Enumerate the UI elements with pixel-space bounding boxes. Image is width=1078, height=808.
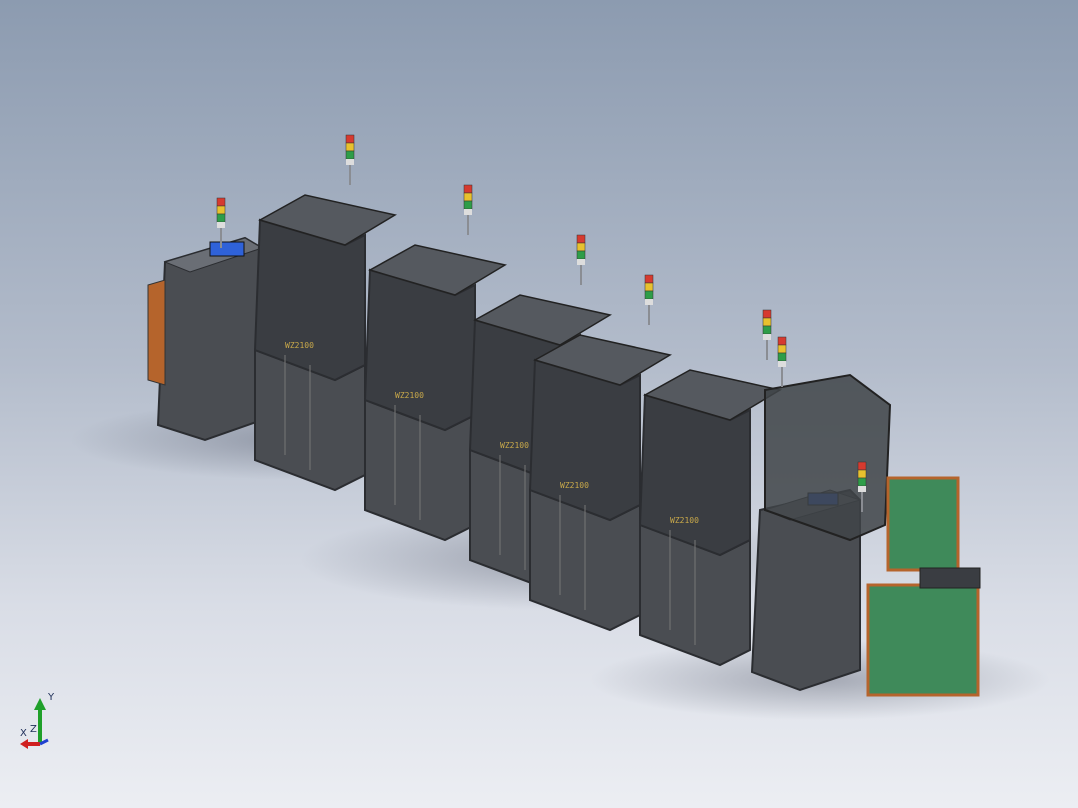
signal-light-icon bbox=[463, 200, 473, 210]
station-enclosure bbox=[253, 218, 366, 382]
signal-light-icon bbox=[777, 336, 787, 346]
signal-tower-base bbox=[858, 486, 866, 492]
station-label: WZ2100 bbox=[500, 441, 529, 450]
y-arrow-icon bbox=[34, 698, 46, 710]
signal-light-icon bbox=[576, 250, 586, 260]
signal-light-icon bbox=[762, 317, 772, 327]
left-control-cabinet bbox=[156, 236, 263, 442]
x-arrow-icon bbox=[20, 739, 28, 749]
station-enclosure bbox=[638, 393, 751, 557]
signal-light-icon bbox=[644, 282, 654, 292]
signal-light-icon bbox=[345, 142, 355, 152]
station-enclosure bbox=[528, 358, 641, 522]
right-glass-enclosure bbox=[764, 373, 892, 542]
signal-light-icon bbox=[777, 344, 787, 354]
y-axis-label: Y bbox=[47, 692, 55, 703]
signal-light-icon bbox=[463, 192, 473, 202]
x-axis-label: X bbox=[20, 728, 27, 739]
signal-tower-base bbox=[464, 209, 472, 215]
station-label: WZ2100 bbox=[285, 341, 314, 350]
left-tray-rack bbox=[147, 279, 166, 386]
signal-light-icon bbox=[644, 274, 654, 284]
station-label: WZ2100 bbox=[670, 516, 699, 525]
tray-shuttle bbox=[919, 567, 981, 589]
station-label: WZ2100 bbox=[560, 481, 589, 490]
signal-light-icon bbox=[216, 213, 226, 223]
station-enclosure bbox=[363, 268, 476, 432]
signal-light-icon bbox=[576, 242, 586, 252]
signal-tower-base bbox=[346, 159, 354, 165]
signal-tower-base bbox=[217, 222, 225, 228]
left-hmi-screen bbox=[209, 241, 245, 257]
signal-light-icon bbox=[644, 290, 654, 300]
lower-tray-rack bbox=[866, 583, 980, 697]
signal-light-icon bbox=[857, 461, 867, 471]
signal-light-icon bbox=[762, 325, 772, 335]
signal-light-icon bbox=[576, 234, 586, 244]
signal-light-icon bbox=[777, 352, 787, 362]
coordinate-triad: Y X Z bbox=[20, 692, 55, 749]
signal-tower-base bbox=[645, 299, 653, 305]
signal-light-icon bbox=[216, 197, 226, 207]
upper-tray-rack bbox=[886, 476, 960, 572]
signal-light-icon bbox=[463, 184, 473, 194]
signal-light-icon bbox=[345, 134, 355, 144]
signal-light-icon bbox=[345, 150, 355, 160]
cad-viewport[interactable]: WZ2100 WZ2100 WZ2100 WZ2100 WZ2100 Y X Z bbox=[0, 0, 1078, 808]
assembly-model[interactable]: WZ2100 WZ2100 WZ2100 WZ2100 WZ2100 bbox=[0, 0, 1078, 808]
signal-light-icon bbox=[857, 477, 867, 487]
signal-light-icon bbox=[216, 205, 226, 215]
z-axis-label: Z bbox=[30, 724, 37, 735]
signal-light-icon bbox=[762, 309, 772, 319]
signal-tower-base bbox=[763, 334, 771, 340]
signal-tower-base bbox=[577, 259, 585, 265]
signal-tower-base bbox=[778, 361, 786, 367]
station-label: WZ2100 bbox=[395, 391, 424, 400]
signal-light-icon bbox=[857, 469, 867, 479]
